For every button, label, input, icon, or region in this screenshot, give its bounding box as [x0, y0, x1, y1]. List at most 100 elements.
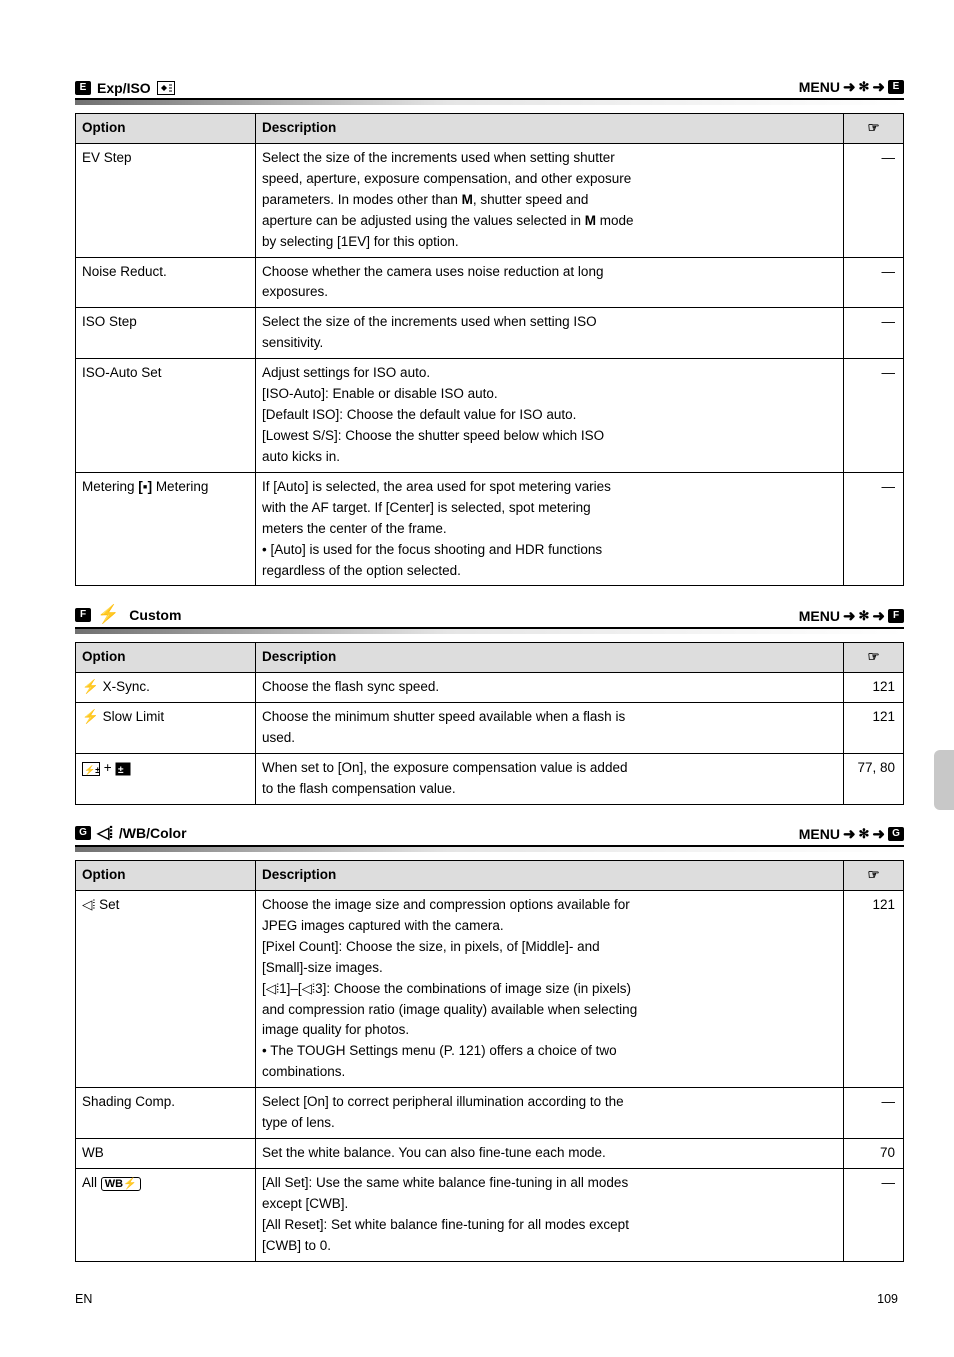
th-option: Option [76, 860, 256, 890]
footer-page-number: 109 [877, 1292, 898, 1306]
section-f-title-group: F ⚡ Custom [75, 604, 181, 627]
section-e-breadcrumb: MENU ➜ ✻ ➜ E [799, 78, 904, 98]
desc-cell: When set to [On], the exposure compensat… [256, 754, 844, 805]
gear-icon: ✻ [859, 826, 870, 842]
text: with the AF target. If [Center] is selec… [262, 500, 591, 515]
table-row: ISO Step Select the size of the incremen… [76, 308, 904, 359]
text: exposures. [262, 284, 328, 299]
section-g-title-group: G ◁⦙ /WB/Color [75, 823, 187, 845]
page-footer: EN 109 [75, 1292, 904, 1306]
table-wb-color: Option Description ☞ ◁⦙ Set Choose the i… [75, 860, 904, 1262]
text: and compression ratio (image quality) av… [262, 1002, 637, 1017]
page-cell: — [844, 1088, 904, 1139]
page-cell: 70 [844, 1139, 904, 1169]
arrow-icon: ➜ [872, 825, 885, 843]
wb-adjust-icon: WB⚡ [101, 1177, 141, 1191]
option-cell: Noise Reduct. [76, 257, 256, 308]
table-row: WB Set the white balance. You can also f… [76, 1139, 904, 1169]
text: Choose the minimum shutter speed availab… [262, 709, 625, 724]
text: auto kicks in. [262, 449, 340, 464]
text: except [CWB]. [262, 1196, 348, 1211]
text: Select the size of the increments used w… [262, 314, 597, 329]
option-cell: Metering [▪] Metering [76, 472, 256, 586]
text: + [104, 760, 112, 775]
th-option: Option [76, 114, 256, 144]
section-underline [75, 100, 904, 105]
th-description: Description [256, 643, 844, 673]
page-cell: — [844, 257, 904, 308]
option-cell: WB [76, 1139, 256, 1169]
text: [ISO-Auto]: Enable or disable ISO auto. [262, 386, 498, 401]
text: • [Auto] is used for the focus shooting … [262, 542, 602, 557]
text: , shutter speed and [473, 192, 589, 207]
page-cell: 121 [844, 890, 904, 1087]
flash-comp-icon: ⚡± [82, 762, 100, 776]
desc-cell: Adjust settings for ISO auto. [ISO-Auto]… [256, 359, 844, 473]
option-cell: ⚡± + ± [76, 754, 256, 805]
option-cell: All WB⚡ [76, 1168, 256, 1261]
text: [All Set]: Use the same white balance fi… [262, 1175, 628, 1190]
page-cell: — [844, 308, 904, 359]
table-exp-iso: Option Description ☞ EV Step Select the … [75, 113, 904, 586]
svg-text:±: ± [118, 765, 124, 776]
desc-cell: Choose whether the camera uses noise red… [256, 257, 844, 308]
table-row: EV Step Select the size of the increment… [76, 143, 904, 257]
text: • The TOUGH Settings menu (P. 121) offer… [262, 1043, 617, 1058]
text: sensitivity. [262, 335, 323, 350]
text: [Pixel Count]: Choose the size, in pixel… [262, 939, 600, 954]
exp-comp-icon: ± [115, 762, 131, 776]
footer-lang: EN [75, 1292, 92, 1306]
tab-e-icon: E [75, 81, 91, 95]
text: used. [262, 730, 295, 745]
option-cell: ◁⦙ Set [76, 890, 256, 1087]
option-cell: ⚡ Slow Limit [76, 703, 256, 754]
text: Slow Limit [103, 709, 165, 724]
arrow-icon: ➜ [843, 78, 856, 96]
text: Select [On] to correct peripheral illumi… [262, 1094, 624, 1109]
desc-cell: Choose the image size and compression op… [256, 890, 844, 1087]
section-g-breadcrumb: MENU ➜ ✻ ➜ G [799, 825, 904, 845]
text: Metering [82, 479, 138, 494]
th-page: ☞ [844, 860, 904, 890]
arrow-icon: ➜ [843, 825, 856, 843]
table-row: All WB⚡ [All Set]: Use the same white ba… [76, 1168, 904, 1261]
menu-label: MENU [799, 608, 840, 624]
text: Set [99, 897, 119, 912]
text: [All Reset]: Set white balance fine-tuni… [262, 1217, 629, 1232]
text: [◁⦙1]–[◁⦙3]: Choose the combinations of … [262, 981, 631, 996]
menu-label: MENU [799, 826, 840, 842]
desc-cell: [All Set]: Use the same white balance fi… [256, 1168, 844, 1261]
side-tab [934, 750, 954, 810]
desc-cell: If [Auto] is selected, the area used for… [256, 472, 844, 586]
gear-icon: ✻ [859, 79, 870, 95]
text: X-Sync. [103, 679, 150, 694]
th-description: Description [256, 114, 844, 144]
page-ref-icon: ☞ [867, 867, 879, 882]
page-ref-icon: ☞ [867, 120, 879, 135]
flash-icon: ⚡ [82, 679, 99, 694]
page-cell: 121 [844, 703, 904, 754]
desc-cell: Select the size of the increments used w… [256, 143, 844, 257]
option-cell: ⚡ X-Sync. [76, 673, 256, 703]
text: type of lens. [262, 1115, 335, 1130]
tab-g-icon: G [75, 826, 91, 840]
table-row: ISO-Auto Set Adjust settings for ISO aut… [76, 359, 904, 473]
text: combinations. [262, 1064, 345, 1079]
spot-icon: [▪] [138, 479, 152, 494]
section-header-wb-color: G ◁⦙ /WB/Color MENU ➜ ✻ ➜ G [75, 823, 904, 847]
gear-icon: ✻ [859, 608, 870, 624]
section-underline [75, 847, 904, 852]
table-row: Noise Reduct. Choose whether the camera … [76, 257, 904, 308]
flash-icon: ⚡ [82, 709, 99, 724]
text: Adjust settings for ISO auto. [262, 365, 430, 380]
desc-cell: Select the size of the increments used w… [256, 308, 844, 359]
mode-m: M [462, 192, 473, 207]
table-row: Shading Comp. Select [On] to correct per… [76, 1088, 904, 1139]
table-row: ⚡ X-Sync. Choose the flash sync speed. 1… [76, 673, 904, 703]
text: aperture can be adjusted using the value… [262, 213, 585, 228]
text: When set to [On], the exposure compensat… [262, 760, 627, 775]
arrow-icon: ➜ [872, 607, 885, 625]
text: meters the center of the frame. [262, 521, 447, 536]
section-e-title: Exp/ISO [97, 80, 151, 96]
table-flash: Option Description ☞ ⚡ X-Sync. Choose th… [75, 642, 904, 805]
